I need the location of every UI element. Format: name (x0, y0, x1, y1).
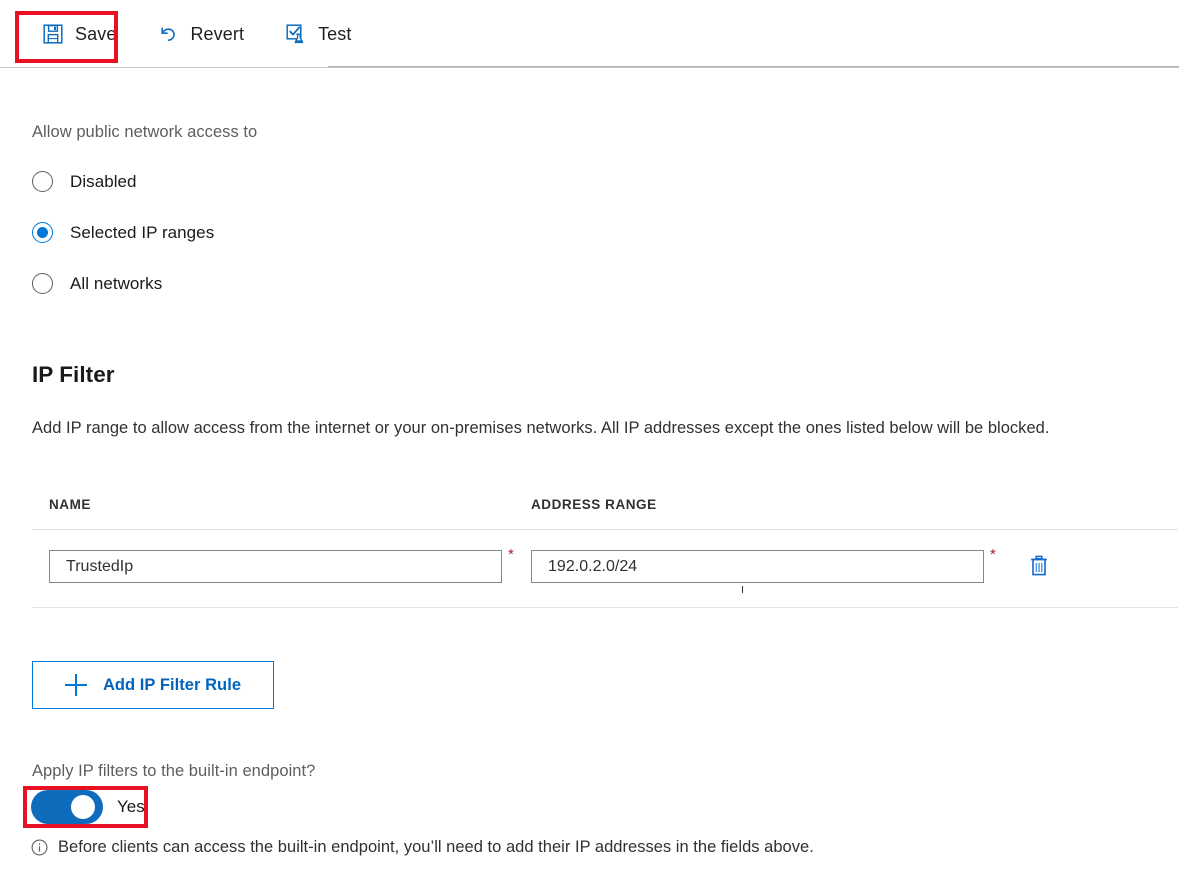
ip-filter-table-header: NAME ADDRESS RANGE (0, 497, 1179, 529)
toggle-switch-knob (71, 795, 95, 819)
address-range-input[interactable] (531, 550, 984, 583)
radio-label-all-networks: All networks (70, 274, 162, 294)
network-access-radio-group: Disabled Selected IP ranges All networks (32, 156, 214, 309)
table-header-divider (32, 529, 1178, 530)
radio-label-selected-ip-ranges: Selected IP ranges (70, 223, 214, 243)
revert-button[interactable]: Revert (153, 14, 257, 54)
builtin-endpoint-toggle[interactable]: Yes (31, 790, 145, 824)
table-row-divider (32, 607, 1178, 608)
required-marker-name: * (508, 546, 514, 563)
toolbar-divider (0, 67, 1179, 68)
trash-icon (1027, 554, 1051, 581)
save-button-label: Save (75, 25, 116, 43)
network-access-label: Allow public network access to (32, 123, 257, 142)
add-ip-filter-rule-label: Add IP Filter Rule (103, 676, 241, 695)
column-header-address-range: ADDRESS RANGE (531, 497, 657, 512)
radio-option-disabled[interactable]: Disabled (32, 156, 214, 207)
radio-option-selected-ip-ranges[interactable]: Selected IP ranges (32, 207, 214, 258)
revert-button-label: Revert (190, 25, 244, 43)
radio-circle-icon (32, 273, 53, 294)
plus-icon (65, 674, 87, 696)
builtin-endpoint-info-text: Before clients can access the built-in e… (58, 838, 814, 857)
test-button-label: Test (318, 25, 351, 43)
test-button[interactable]: Test (281, 14, 364, 54)
delete-rule-button[interactable] (1024, 552, 1054, 582)
builtin-endpoint-info-note: Before clients can access the built-in e… (31, 838, 814, 857)
test-beaker-icon (285, 23, 307, 45)
info-circle-icon (31, 839, 48, 856)
ip-filter-description: Add IP range to allow access from the in… (32, 419, 1049, 438)
required-marker-address-range: * (990, 546, 996, 563)
table-row: * * (0, 541, 1179, 607)
radio-circle-icon (32, 171, 53, 192)
add-ip-filter-rule-button[interactable]: Add IP Filter Rule (32, 661, 274, 709)
ip-filter-heading: IP Filter (32, 362, 115, 388)
toggle-switch-track[interactable] (31, 790, 103, 824)
save-icon (42, 23, 64, 45)
save-button[interactable]: Save (38, 14, 129, 54)
radio-option-all-networks[interactable]: All networks (32, 258, 214, 309)
text-caret-artifact (742, 586, 743, 593)
builtin-endpoint-label: Apply IP filters to the built-in endpoin… (32, 762, 315, 781)
radio-label-disabled: Disabled (70, 172, 137, 192)
radio-circle-checked-icon (32, 222, 53, 243)
undo-icon (157, 23, 179, 45)
command-toolbar: Save Revert Test (0, 0, 1179, 67)
rule-name-input[interactable] (49, 550, 502, 583)
toggle-state-label: Yes (117, 797, 145, 817)
toolbar-divider-segment (328, 66, 1179, 67)
column-header-name: NAME (49, 497, 91, 512)
